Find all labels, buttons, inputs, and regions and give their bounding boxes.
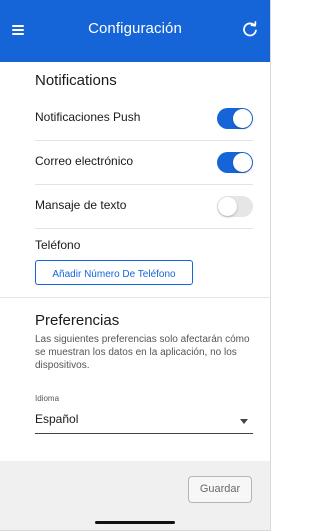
push-notifications-toggle[interactable] [217,108,253,129]
setting-row-sms: Mansaje de texto [35,184,253,229]
push-notifications-label: Notificaciones Push [35,110,141,124]
footer-bar: Guardar [0,461,270,530]
language-label: Idioma [35,394,60,403]
settings-screen: Configuración Notifications Notificacion… [0,0,271,531]
save-button[interactable]: Guardar [188,476,252,503]
setting-row-push: Notificaciones Push [35,96,253,141]
refresh-icon[interactable] [242,21,258,37]
language-value: Español [35,412,79,426]
setting-row-email: Correo electrónico [35,140,253,185]
home-indicator [95,521,175,524]
phone-label: Teléfono [35,238,81,252]
sms-notifications-label: Mansaje de texto [35,198,127,212]
toggle-knob [233,153,252,172]
notifications-section-title: Notifications [35,72,117,89]
preferences-description: Las siguientes preferencias solo afectar… [35,334,250,371]
language-select[interactable]: Español [35,407,253,434]
toggle-knob [218,197,237,216]
sms-notifications-toggle[interactable] [217,196,253,217]
preferences-section-title: Preferencias [35,312,120,329]
email-notifications-toggle[interactable] [217,152,253,173]
chevron-down-icon [240,419,248,424]
app-bar: Configuración [0,0,270,62]
add-phone-number-button[interactable]: Añadir Número De Teléfono [35,260,193,285]
section-divider [0,297,270,298]
toggle-knob [233,109,252,128]
email-notifications-label: Correo electrónico [35,154,134,168]
page-title: Configuración [88,20,182,37]
